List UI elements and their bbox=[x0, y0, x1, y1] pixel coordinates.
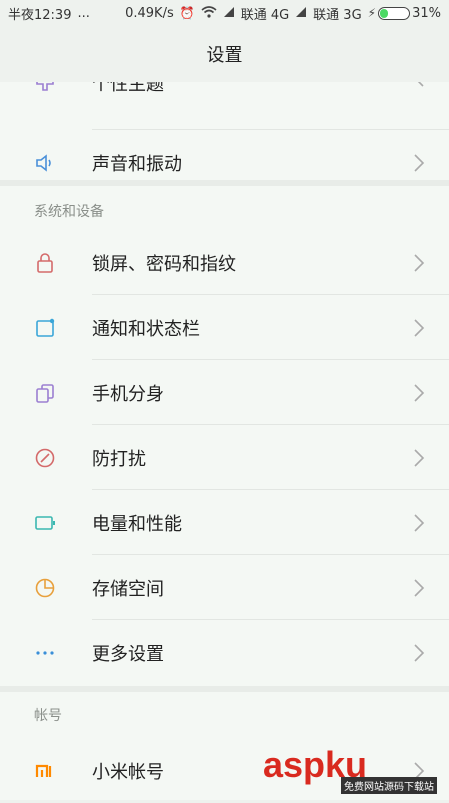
section-title: 帐号 bbox=[34, 708, 62, 724]
mi-logo-icon bbox=[34, 760, 56, 782]
dual-phone-icon bbox=[34, 382, 56, 404]
carrier-1: 联通 4G bbox=[240, 7, 290, 23]
item-label: 声音和振动 bbox=[92, 153, 182, 175]
signal-2-icon bbox=[295, 6, 307, 21]
list-item-battery[interactable]: 电量和性能 bbox=[0, 490, 449, 555]
list-item[interactable]: 个性主题 bbox=[0, 82, 449, 130]
item-label: 防打扰 bbox=[92, 448, 146, 470]
settings-group-system: 锁屏、密码和指纹 通知和状态栏 手机分身 防打扰 电量和性能 存储空间 更多设置 bbox=[0, 230, 449, 686]
page-title-bar: 设置 bbox=[0, 26, 449, 82]
storage-pie-icon bbox=[34, 577, 56, 599]
theme-icon bbox=[34, 82, 56, 104]
chevron-right-icon bbox=[414, 383, 425, 402]
chevron-right-icon bbox=[417, 82, 424, 87]
item-label: 小米帐号 bbox=[92, 761, 164, 783]
item-label: 通知和状态栏 bbox=[92, 318, 200, 340]
item-label: 锁屏、密码和指纹 bbox=[92, 253, 236, 275]
watermark-subtitle: 免费网站源码下载站 bbox=[341, 777, 437, 794]
list-item-dual-app[interactable]: 手机分身 bbox=[0, 360, 449, 425]
chevron-right-icon bbox=[414, 253, 425, 272]
chevron-right-icon bbox=[414, 578, 425, 597]
page-title: 设置 bbox=[206, 45, 243, 66]
list-item-more[interactable]: 更多设置 bbox=[0, 620, 449, 685]
battery-indicator: ⚡ 31% bbox=[368, 6, 441, 21]
sidebar-item-label: 个性主题 bbox=[92, 82, 164, 95]
chevron-right-icon bbox=[414, 513, 425, 532]
more-dots-icon bbox=[34, 642, 56, 664]
watermark: aspku 免费网站源码下载站 bbox=[263, 744, 443, 798]
speaker-icon bbox=[34, 152, 56, 174]
list-item-storage[interactable]: 存储空间 bbox=[0, 555, 449, 620]
signal-1-icon bbox=[223, 6, 235, 21]
status-time: 半夜12:39 bbox=[8, 7, 72, 23]
battery-icon bbox=[34, 512, 56, 534]
battery-percent: 31% bbox=[412, 5, 441, 21]
settings-group-1: 个性主题 声音和振动 bbox=[0, 82, 449, 195]
network-speed: 0.49K/s bbox=[125, 5, 174, 21]
section-title: 系统和设备 bbox=[34, 204, 104, 220]
section-header-system: 系统和设备 bbox=[0, 186, 449, 236]
chevron-right-icon bbox=[414, 153, 425, 172]
status-bar: 半夜12:39 ... 0.49K/s ⏰ 联通 4G 联通 3G ⚡ 31% bbox=[0, 0, 449, 26]
chevron-right-icon bbox=[414, 318, 425, 337]
list-item-dnd[interactable]: 防打扰 bbox=[0, 425, 449, 490]
item-label: 存储空间 bbox=[92, 578, 164, 600]
status-dots: ... bbox=[77, 5, 90, 21]
status-left: 半夜12:39 ... bbox=[8, 4, 90, 23]
item-label: 更多设置 bbox=[92, 643, 164, 665]
chevron-right-icon bbox=[414, 643, 425, 662]
list-item-notification[interactable]: 通知和状态栏 bbox=[0, 295, 449, 360]
do-not-disturb-icon bbox=[34, 447, 56, 469]
alarm-icon: ⏰ bbox=[179, 6, 195, 20]
lock-icon bbox=[34, 252, 56, 274]
notification-icon bbox=[34, 317, 56, 339]
carrier-2: 联通 3G bbox=[313, 7, 362, 23]
battery-shell-icon bbox=[378, 6, 411, 20]
item-label: 手机分身 bbox=[92, 383, 164, 405]
section-header-account: 帐号 bbox=[0, 692, 449, 738]
list-item-lock[interactable]: 锁屏、密码和指纹 bbox=[0, 230, 449, 295]
chevron-right-icon bbox=[414, 448, 425, 467]
status-right: 0.49K/s ⏰ 联通 4G 联通 3G ⚡ 31% bbox=[125, 4, 441, 23]
charging-icon: ⚡ bbox=[367, 6, 377, 20]
item-label: 电量和性能 bbox=[92, 513, 182, 535]
wifi-icon bbox=[201, 5, 217, 21]
